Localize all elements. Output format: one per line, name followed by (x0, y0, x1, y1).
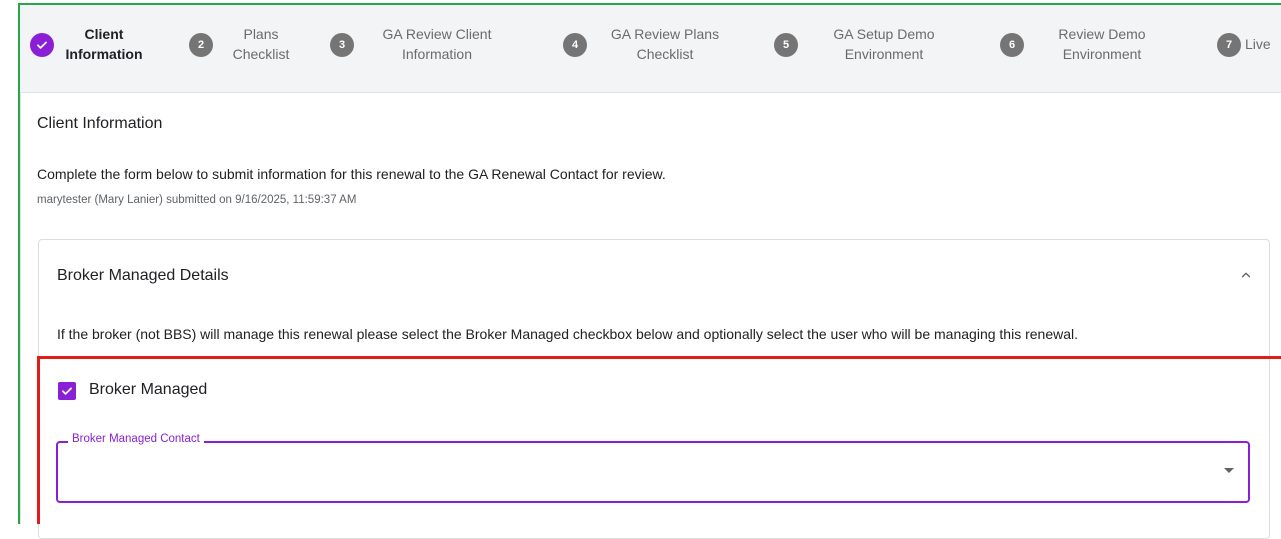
step-label: Client Information (64, 24, 144, 64)
step-completed-badge (30, 33, 54, 57)
step-label-line2: Checklist (636, 46, 694, 62)
broker-managed-contact-label: Broker Managed Contact (68, 433, 204, 445)
step-label: Plans Checklist (221, 24, 301, 64)
step-plans-checklist[interactable]: 2 Plans Checklist (189, 10, 329, 84)
step-number: 7 (1225, 39, 1233, 51)
step-number-badge: 2 (189, 33, 213, 57)
step-label: GA Review Client Information (362, 24, 512, 64)
step-label-line2: Environment (844, 46, 924, 62)
step-number-badge: 4 (563, 33, 587, 57)
step-number-badge: 5 (774, 33, 798, 57)
submitted-info: marytester (Mary Lanier) submitted on 9/… (37, 194, 357, 206)
step-ga-review-client-information[interactable]: 3 GA Review Client Information (330, 10, 530, 84)
step-label-line2: Checklist (232, 46, 290, 62)
step-label: Review Demo Environment (1042, 24, 1162, 64)
step-label-line1: GA Review Plans (610, 26, 720, 42)
step-number-badge: 3 (330, 33, 354, 57)
step-review-demo-environment[interactable]: 6 Review Demo Environment (1000, 10, 1190, 84)
step-number: 6 (1008, 39, 1016, 51)
step-number-badge: 7 (1217, 33, 1241, 57)
step-label-line1: Plans (243, 26, 279, 42)
accordion-title[interactable]: Broker Managed Details (57, 267, 229, 285)
step-number: 3 (338, 39, 346, 51)
check-icon (37, 41, 47, 49)
step-label: Live (1245, 34, 1271, 54)
step-label-line2: Information (401, 46, 473, 62)
step-label-line1: Review Demo (1058, 26, 1146, 42)
intro-text: Complete the form below to submit inform… (37, 166, 666, 182)
broker-managed-contact-select[interactable] (56, 441, 1250, 503)
broker-managed-checkbox[interactable] (58, 382, 76, 400)
dropdown-arrow-icon[interactable] (1224, 468, 1234, 473)
step-ga-setup-demo-environment[interactable]: 5 GA Setup Demo Environment (774, 10, 974, 84)
step-label-line1: Client (84, 26, 124, 42)
step-label-line2: Environment (1062, 46, 1142, 62)
step-number-badge: 6 (1000, 33, 1024, 57)
step-label-line1: Live (1245, 36, 1271, 52)
step-number: 4 (571, 39, 579, 51)
step-label: GA Review Plans Checklist (595, 24, 735, 64)
section-title: Client Information (37, 115, 163, 132)
chevron-up-icon[interactable] (1239, 268, 1253, 282)
step-number: 2 (197, 39, 205, 51)
step-live[interactable]: 7 Live (1217, 10, 1281, 84)
step-label-line2: Information (65, 46, 143, 62)
progress-stepper: Client Information 2 Plans Checklist 3 G… (30, 10, 1281, 84)
check-icon (62, 387, 72, 395)
step-ga-review-plans-checklist[interactable]: 4 GA Review Plans Checklist (563, 10, 763, 84)
step-label: GA Setup Demo Environment (816, 24, 952, 64)
step-label-line1: GA Setup Demo (833, 26, 935, 42)
step-client-information[interactable]: Client Information (30, 10, 180, 84)
step-number: 5 (782, 39, 790, 51)
broker-managed-label[interactable]: Broker Managed (89, 381, 207, 399)
accordion-description: If the broker (not BBS) will manage this… (57, 326, 1078, 342)
step-label-line1: GA Review Client (382, 26, 492, 42)
